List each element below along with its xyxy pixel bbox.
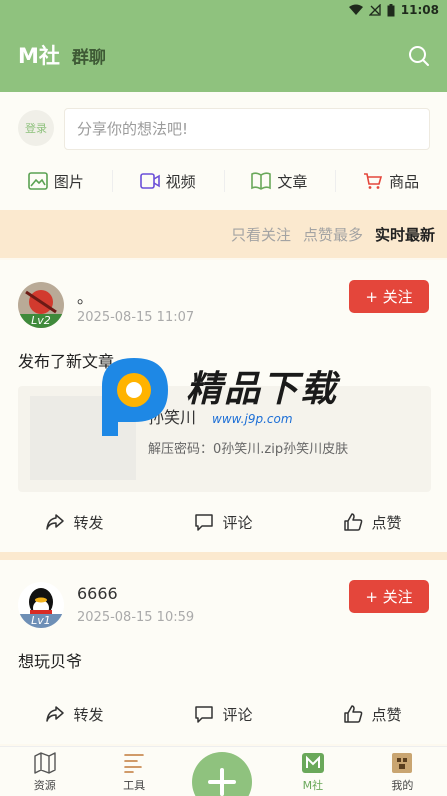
avatar[interactable]: Lv2 [18,282,64,328]
like-button[interactable]: 点赞 [298,694,447,734]
like-label: 点赞 [371,705,402,724]
comment-button[interactable]: 评论 [149,694,298,734]
wifi-icon [348,4,363,15]
watermark-url: www.j9p.com [212,412,293,426]
search-button[interactable] [407,44,431,68]
post-separator [0,552,447,560]
share-button[interactable]: 转发 [0,502,149,542]
map-icon [34,752,56,774]
like-label: 点赞 [371,513,402,532]
post-actions: 转发 评论 点赞 [0,694,447,734]
share-button[interactable]: 转发 [0,694,149,734]
app-header: 11:08 M社 群聊 [0,0,447,92]
post-text: 想玩贝爷 [18,652,83,671]
like-button[interactable]: 点赞 [298,502,447,542]
no-signal-icon [368,4,381,16]
status-bar: 11:08 [348,0,439,20]
post-composer: 登录 图片 视频 文章 商品 [0,92,447,210]
m-community-icon [301,753,324,773]
plus-icon [208,768,236,796]
avatar[interactable]: Lv1 [18,582,64,628]
comment-label: 评论 [222,705,253,724]
category-article[interactable]: 文章 [223,162,336,200]
post-time: 2025-08-15 10:59 [77,610,195,625]
follow-button[interactable]: + 关注 [349,280,429,313]
post-author[interactable]: 6666 [77,584,118,603]
post-type-bar: 图片 视频 文章 商品 [0,162,447,200]
filter-following[interactable]: 只看关注 [231,224,291,245]
level-badge: Lv1 [18,614,64,628]
category-video[interactable]: 视频 [111,162,224,200]
nav-resources[interactable]: 资源 [0,747,89,796]
share-label: 转发 [73,513,104,532]
nav-tools-label: 工具 [123,779,146,792]
group-chat-tab[interactable]: 群聊 [72,43,106,68]
book-icon [251,172,272,190]
login-avatar[interactable]: 登录 [18,110,54,146]
share-thought-input[interactable] [64,108,430,150]
category-image-label: 图片 [53,172,84,191]
level-badge: Lv2 [18,314,64,328]
video-icon [139,173,160,189]
post-author[interactable]: 。 [77,284,93,308]
tools-icon [124,754,144,773]
comment-label: 评论 [222,513,253,532]
watermark-text: 精品下载 [186,369,339,410]
category-goods[interactable]: 商品 [335,162,447,200]
nav-m-community[interactable]: M社 [268,747,357,796]
profile-icon [392,753,413,773]
filter-most-liked[interactable]: 点赞最多 [303,224,363,245]
comment-icon [195,706,214,723]
post-time: 2025-08-15 11:07 [77,310,195,325]
thumb-up-icon [344,705,363,723]
category-article-label: 文章 [277,172,308,191]
comment-button[interactable]: 评论 [149,502,298,542]
share-label: 转发 [73,705,104,724]
category-goods-label: 商品 [389,172,420,191]
status-time: 11:08 [400,3,439,17]
watermark-logo: 精品下载 www.j9p.com [96,356,356,440]
filter-latest[interactable]: 实时最新 [375,224,435,245]
category-image[interactable]: 图片 [0,162,112,200]
comment-icon [195,514,214,531]
image-icon [28,172,48,190]
nav-resources-label: 资源 [33,779,56,792]
nav-profile-label: 我的 [391,779,414,792]
cart-icon [364,173,383,189]
feed-post: Lv1 6666 2025-08-15 10:59 + 关注 想玩贝爷 转发 评… [0,560,447,744]
battery-icon [387,3,395,16]
nav-profile[interactable]: 我的 [358,747,447,796]
nav-m-community-label: M社 [302,779,324,792]
thumb-up-icon [344,513,363,531]
page-title: M社 [18,44,60,68]
follow-button[interactable]: + 关注 [349,580,429,613]
share-icon [46,514,65,530]
nav-tools[interactable]: 工具 [89,747,178,796]
category-video-label: 视频 [165,172,196,191]
share-icon [46,706,65,722]
watermark-p-icon [102,358,168,436]
post-actions: 转发 评论 点赞 [0,502,447,542]
article-description: 解压密码：0孙笑川.zip孙笑川皮肤 [148,442,349,457]
feed-filter-bar: 只看关注 点赞最多 实时最新 [0,210,447,258]
search-icon [409,46,429,66]
